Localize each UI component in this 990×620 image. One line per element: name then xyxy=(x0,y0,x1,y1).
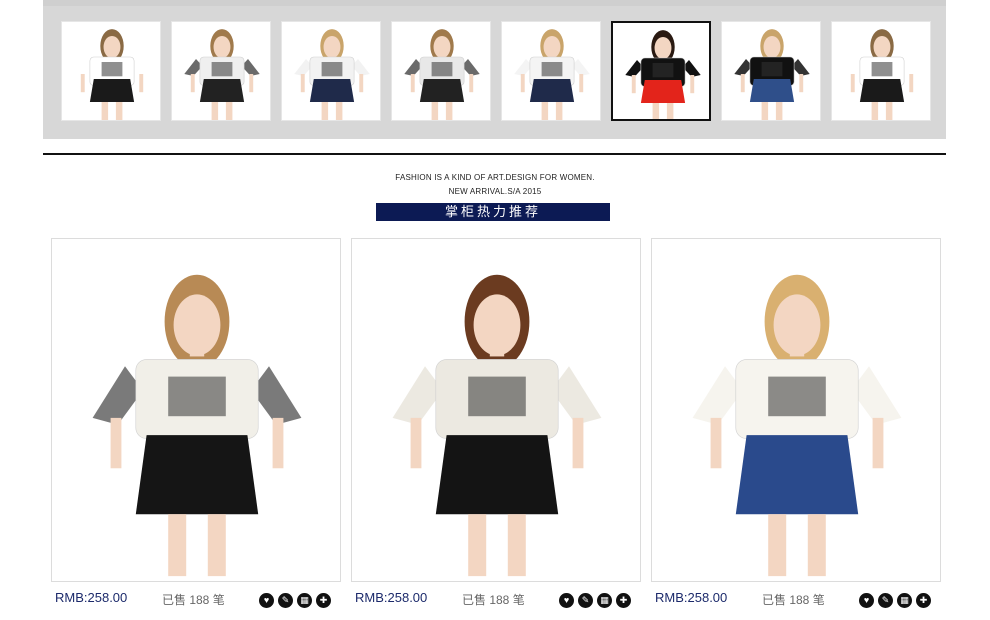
thumbnail-8[interactable] xyxy=(831,21,931,121)
product-sold-count: 已售 188 笔 xyxy=(762,593,825,607)
product-actions: ♥ ✎ ▦ ✚ xyxy=(259,590,335,608)
section-divider xyxy=(43,153,946,155)
thumbnail-5[interactable] xyxy=(501,21,601,121)
product-actions: ♥ ✎ ▦ ✚ xyxy=(859,590,935,608)
product-actions: ♥ ✎ ▦ ✚ xyxy=(559,590,635,608)
product-card-2[interactable] xyxy=(351,238,641,582)
product-price: RMB:258.00 xyxy=(55,590,128,605)
favorite-icon[interactable]: ♥ xyxy=(259,593,274,608)
qr-icon[interactable]: ▦ xyxy=(597,593,612,608)
tagline-line2: NEW ARRIVAL.S/A 2015 xyxy=(448,187,542,196)
favorite-icon[interactable]: ♥ xyxy=(859,593,874,608)
tag-icon[interactable]: ✎ xyxy=(278,593,293,608)
product-sold-count: 已售 188 笔 xyxy=(162,593,225,607)
cart-icon[interactable]: ✚ xyxy=(316,593,331,608)
thumbnail-4[interactable] xyxy=(391,21,491,121)
thumbnail-1[interactable] xyxy=(61,21,161,121)
tagline-line1: FASHION IS A KIND OF ART.DESIGN FOR WOME… xyxy=(395,173,595,182)
cart-icon[interactable]: ✚ xyxy=(916,593,931,608)
product-sold-count: 已售 188 笔 xyxy=(462,593,525,607)
thumbnail-6[interactable] xyxy=(611,21,711,121)
thumbnail-strip xyxy=(43,0,946,139)
product-card-3[interactable] xyxy=(651,238,941,582)
qr-icon[interactable]: ▦ xyxy=(897,593,912,608)
tag-icon[interactable]: ✎ xyxy=(878,593,893,608)
recommend-banner: 掌柜热力推荐 xyxy=(376,203,610,221)
strip-top-border xyxy=(43,0,946,6)
qr-icon[interactable]: ▦ xyxy=(297,593,312,608)
product-card-1[interactable] xyxy=(51,238,341,582)
tag-icon[interactable]: ✎ xyxy=(578,593,593,608)
thumbnail-7[interactable] xyxy=(721,21,821,121)
cart-icon[interactable]: ✚ xyxy=(616,593,631,608)
product-price: RMB:258.00 xyxy=(655,590,728,605)
product-price: RMB:258.00 xyxy=(355,590,428,605)
thumbnail-2[interactable] xyxy=(171,21,271,121)
favorite-icon[interactable]: ♥ xyxy=(559,593,574,608)
thumbnail-3[interactable] xyxy=(281,21,381,121)
